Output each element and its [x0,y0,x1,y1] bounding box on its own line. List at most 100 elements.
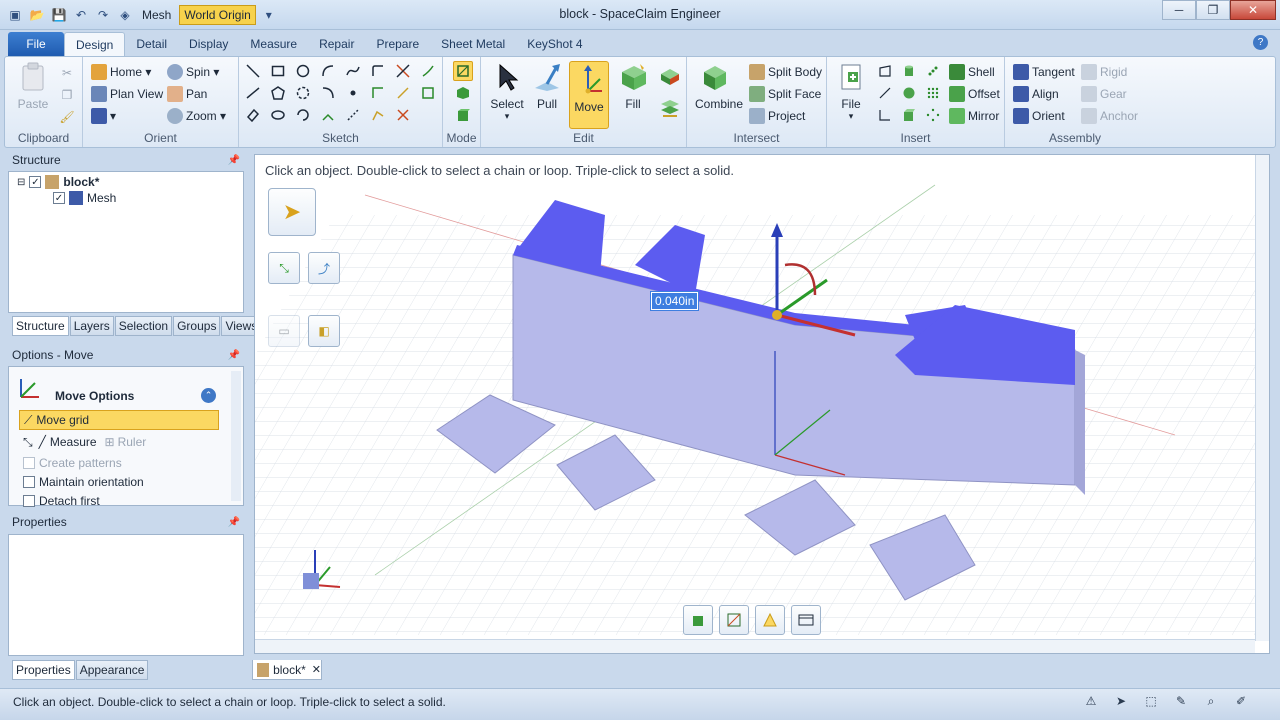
status-zoom-icon[interactable]: ⌕ [1202,692,1220,710]
circle-icon[interactable] [295,63,311,79]
status-draw-icon[interactable]: ✎ [1172,692,1190,710]
edit-layout-icon[interactable] [755,605,785,635]
plan-view-button[interactable]: Plan View [91,85,163,103]
bend-icon[interactable] [420,63,436,79]
visibility-checkbox[interactable]: ✓ [29,176,42,188]
box-icon[interactable] [901,107,917,123]
insert-file-button[interactable]: File ▾ [831,61,871,122]
select-button[interactable]: Select ▾ [487,61,527,122]
tab-properties[interactable]: Properties [12,660,75,680]
solid-mode-icon[interactable] [683,605,713,635]
trim-icon[interactable] [395,63,411,79]
shell-button[interactable]: Shell [949,63,995,81]
mirror-button[interactable]: Mirror [949,107,999,125]
pin-icon[interactable]: 📌 [228,347,240,365]
tab-selection[interactable]: Selection [114,316,173,336]
mesh-visibility-checkbox[interactable]: ✓ [53,192,65,204]
tab-appearance[interactable]: Appearance [75,660,149,680]
status-pen-icon[interactable]: ✐ [1232,692,1250,710]
app-menu-icon[interactable]: ▣ [6,6,24,24]
ruler-label[interactable]: Ruler [118,435,147,449]
pin-icon[interactable]: 📌 [228,514,240,532]
blend-icon[interactable] [659,65,681,87]
tab-keyshot[interactable]: KeyShot 4 [516,32,593,56]
maximize-button[interactable]: ❐ [1196,0,1230,20]
pattern-icon[interactable] [925,63,941,79]
three-point-circle-icon[interactable] [295,85,311,101]
anchor-button[interactable]: Anchor [1081,107,1138,125]
help-icon[interactable]: ? [1253,35,1268,50]
film-icon[interactable] [791,605,821,635]
paste-button[interactable]: Paste [13,61,53,111]
ellipse-icon[interactable] [270,107,286,123]
tab-repair[interactable]: Repair [308,32,365,56]
offset-curve-icon[interactable] [370,85,386,101]
corner-icon[interactable] [370,63,386,79]
design-viewport[interactable]: Click an object. Double-click to select … [254,154,1270,654]
pull-button[interactable]: Pull [527,61,567,111]
project-curve-icon[interactable] [420,85,436,101]
redo-icon[interactable]: ↷ [94,6,112,24]
status-cursor-icon[interactable]: ➤ [1112,692,1130,710]
tab-prepare[interactable]: Prepare [365,32,430,56]
delete-curve-icon[interactable] [395,107,411,123]
anchor-tool[interactable]: ◧ [308,315,340,347]
spline-icon[interactable] [345,63,361,79]
status-select-box-icon[interactable]: ⬚ [1142,692,1160,710]
qat-mesh[interactable]: Mesh [138,6,175,24]
tab-file[interactable]: File [8,32,64,56]
rigid-button[interactable]: Rigid [1081,63,1127,81]
offset-button[interactable]: Offset [949,85,1000,103]
tree-root[interactable]: ⊟ ✓ block* [17,174,99,190]
close-button[interactable]: ✕ [1230,0,1276,20]
dimension-input[interactable]: 0.040in [649,291,700,311]
construction-line-icon[interactable] [345,107,361,123]
pin-icon[interactable]: 📌 [228,152,240,170]
origin-icon[interactable] [877,107,893,123]
measure-option[interactable]: ⤡ ╱ Measure ⊞ Ruler [23,434,146,450]
select-tool-button[interactable]: ➤ [268,188,316,236]
tab-detail[interactable]: Detail [125,32,178,56]
options-scrollbar[interactable] [231,371,241,501]
undo-icon[interactable]: ↶ [72,6,90,24]
sweep-arc-icon[interactable] [295,107,311,123]
cube-icon[interactable]: ◈ [116,6,134,24]
cylinder-icon[interactable] [901,63,917,79]
fill-button[interactable]: Fill [613,61,653,111]
axis-icon[interactable] [877,85,893,101]
tab-structure[interactable]: Structure [12,316,69,336]
grid-pattern-icon[interactable] [925,85,941,101]
split-line-icon[interactable] [320,107,336,123]
replace-icon[interactable] [659,97,681,119]
extend-icon[interactable] [395,85,411,101]
view-cube-button[interactable]: ▾ [91,107,116,125]
section-mode-icon[interactable] [455,85,471,101]
format-painter-icon[interactable]: 🖌 [59,109,75,125]
align-button[interactable]: Align [1013,85,1059,103]
tangent-arc-icon[interactable] [320,85,336,101]
detach-first-checkbox[interactable] [23,495,35,507]
rectangle-icon[interactable] [270,63,286,79]
sketch-mode-icon[interactable] [453,61,473,81]
qat-world-origin[interactable]: World Origin [179,5,256,25]
orient-button[interactable]: Orient [1013,107,1065,125]
move-anchor[interactable] [772,310,782,320]
copy-edge-icon[interactable] [370,107,386,123]
arc-icon[interactable] [320,63,336,79]
detach-first-option[interactable]: Detach first [23,493,100,509]
minimize-button[interactable]: ─ [1162,0,1196,20]
copy-icon[interactable]: ❐ [59,87,75,103]
create-patterns-checkbox[interactable] [23,457,35,469]
collapse-section-icon[interactable]: ⌃ [201,388,216,403]
maintain-orientation-checkbox[interactable] [23,476,35,488]
close-tab-icon[interactable]: ✕ [312,663,321,676]
document-tab[interactable]: block* ✕ [252,660,322,680]
disabled-tool[interactable]: ▭ [268,315,300,347]
open-icon[interactable]: 📂 [28,6,46,24]
split-body-button[interactable]: Split Body [749,63,822,81]
cut-icon[interactable]: ✂ [59,65,75,81]
move-button[interactable]: Move [569,61,609,129]
save-icon[interactable]: 💾 [50,6,68,24]
polygon-icon[interactable] [270,85,286,101]
move-grid-option[interactable]: ⟋ Move grid [19,410,219,430]
